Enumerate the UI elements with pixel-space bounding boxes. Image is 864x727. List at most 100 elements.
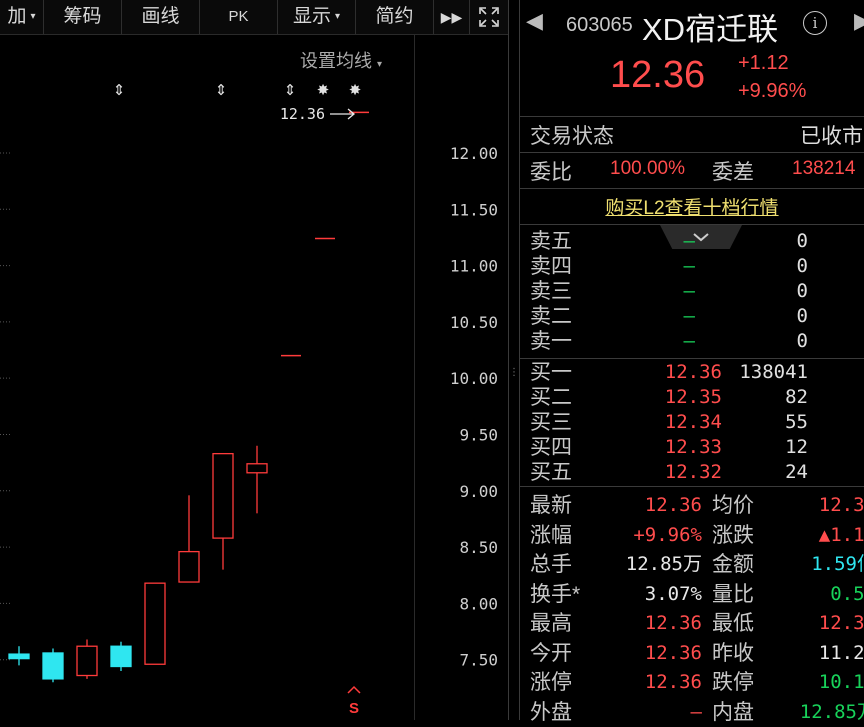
level-label: 买二 xyxy=(530,386,572,409)
level-price: — xyxy=(683,330,695,352)
y-tick-label: 11.50 xyxy=(450,200,498,219)
divider xyxy=(520,152,864,153)
ask-row[interactable]: 卖五 — 0 xyxy=(520,229,864,254)
ask-row[interactable]: 卖三 — 0 xyxy=(520,279,864,304)
ask-row[interactable]: 卖二 — 0 xyxy=(520,304,864,329)
stat-label: 跌停 xyxy=(712,671,754,694)
stat-label: 涨停 xyxy=(530,671,572,694)
panel-separator-left xyxy=(508,0,509,720)
stat-label: 金额 xyxy=(712,553,754,576)
event-marker-icon: ⇕ xyxy=(215,82,228,99)
fullscreen-button[interactable] xyxy=(470,0,508,34)
toolbar-draw-label: 画线 xyxy=(141,6,180,27)
stat-value: 1.59亿 xyxy=(811,553,864,575)
candle-body xyxy=(42,652,64,680)
level-price: 12.36 xyxy=(664,361,722,383)
y-tick-label: 8.00 xyxy=(459,594,498,613)
fullscreen-icon xyxy=(479,7,499,27)
stat-label: 外盘 xyxy=(530,700,572,724)
stat-row: 换手* 3.07% 量比 0.59 xyxy=(520,580,864,609)
stat-label: 涨跌 xyxy=(712,523,754,547)
y-tick-label: 10.00 xyxy=(450,369,498,388)
candle-body xyxy=(246,463,268,474)
stat-label: 涨幅 xyxy=(530,523,572,547)
level-volume: 12 xyxy=(785,436,808,458)
stat-value: 11.24 xyxy=(818,641,864,664)
y-tick-label: 8.50 xyxy=(459,538,498,557)
stat-value: 12.85万 xyxy=(625,553,702,575)
bid-row[interactable]: 买三 12.34 55 xyxy=(520,410,864,435)
next-stock-button[interactable]: ▶ xyxy=(854,8,864,34)
stat-value: 12.36 xyxy=(644,612,702,634)
bid-row[interactable]: 买一 12.36 138041 xyxy=(520,360,864,385)
price-change-pct: +9.96% xyxy=(738,80,807,102)
candle-body xyxy=(212,452,234,539)
trade-status-value: 已收市 xyxy=(800,125,863,148)
chevron-up-icon xyxy=(347,685,361,694)
sell-signal-marker: S xyxy=(349,700,359,717)
stat-label: 昨收 xyxy=(712,641,754,665)
stat-label: 最低 xyxy=(712,612,754,635)
stat-row: 涨幅 +9.96% 涨跌 ▲1.12 xyxy=(520,521,864,550)
divider xyxy=(520,358,864,359)
kline-chart: 设置均线 ▾ 12.00 11.50 11.00 10.50 10.00 9.50 9.00… xyxy=(0,35,508,720)
event-marker-icon: ⇕ xyxy=(284,82,297,99)
bid-row[interactable]: 买二 12.35 82 xyxy=(520,385,864,410)
y-tick-label: 12.00 xyxy=(450,144,498,163)
toolbar-draw-button[interactable]: 画线 xyxy=(122,0,200,34)
chevron-down-icon: ▾ xyxy=(334,11,341,22)
bid-row[interactable]: 买五 12.32 24 xyxy=(520,460,864,485)
stat-row: 最高 12.36 最低 12.36 xyxy=(520,609,864,638)
last-price: 12.36 xyxy=(610,54,706,96)
stat-label: 最高 xyxy=(530,612,572,635)
y-tick-label: 10.50 xyxy=(450,313,498,332)
toolbar-add-button[interactable]: 加 ▾ xyxy=(0,0,44,34)
prev-stock-button[interactable]: ◀ xyxy=(526,8,543,34)
triangle-right-icon: ▶ xyxy=(854,8,864,33)
stat-value: 10.12 xyxy=(818,671,864,693)
level-label: 买一 xyxy=(530,361,572,384)
stat-label: 今开 xyxy=(530,641,572,665)
level-price: 12.33 xyxy=(664,436,722,458)
toolbar-display-button[interactable]: 显示 ▾ xyxy=(278,0,356,34)
price-change: +1.12 xyxy=(738,52,789,74)
bid-diff-value: 138214 xyxy=(792,158,856,179)
toolbar-pk-button[interactable]: PK xyxy=(200,0,278,34)
stat-label: 最新 xyxy=(530,494,572,517)
toolbar-chips-button[interactable]: 筹码 xyxy=(44,0,122,34)
level-label: 买四 xyxy=(530,436,572,459)
level-price: — xyxy=(683,305,695,327)
stat-label: 换手* xyxy=(530,582,581,606)
toolbar-add-label: 加 xyxy=(7,6,27,28)
bid-row[interactable]: 买四 12.33 12 xyxy=(520,435,864,460)
event-marker-icon: ⇕ xyxy=(113,82,126,99)
toolbar-simple-button[interactable]: 简约 xyxy=(356,0,434,34)
candlestick-plot: 12.00 11.50 11.00 10.50 10.00 9.50 9.00 8.50 8.0… xyxy=(0,82,498,717)
forward-button[interactable]: ▶▶ xyxy=(434,0,470,34)
stat-value: 12.36 xyxy=(644,671,702,693)
level-price: — xyxy=(683,230,695,252)
level-label: 买三 xyxy=(530,411,572,434)
l2-upgrade-link[interactable]: 购买L2查看十档行情 xyxy=(520,193,864,220)
level-volume: 0 xyxy=(796,305,808,327)
level-volume: 0 xyxy=(796,330,808,352)
level-label: 卖三 xyxy=(530,280,572,303)
level-price: 12.35 xyxy=(664,386,722,408)
y-tick-label: 9.00 xyxy=(459,482,498,501)
stat-value: 12.36 xyxy=(644,494,702,516)
info-icon[interactable]: i xyxy=(803,11,827,35)
level-volume: 24 xyxy=(785,461,808,483)
stat-label: 均价 xyxy=(712,494,754,517)
ask-row[interactable]: 卖四 — 0 xyxy=(520,254,864,279)
splitter-grip-icon[interactable]: ⋮⋮ xyxy=(509,368,529,386)
stat-label: 总手 xyxy=(530,553,572,576)
stat-value: 12.36 xyxy=(644,641,702,664)
bid-ratio-value: 100.00% xyxy=(610,158,686,179)
ask-row[interactable]: 卖一 — 0 xyxy=(520,329,864,354)
stat-value: +9.96% xyxy=(633,523,702,546)
stat-value: — xyxy=(690,700,702,723)
stat-label: 量比 xyxy=(712,582,754,606)
double-right-arrow-icon: ▶▶ xyxy=(440,9,463,25)
stat-value: 12.36 xyxy=(818,612,864,634)
stat-value: 3.07% xyxy=(644,582,702,605)
